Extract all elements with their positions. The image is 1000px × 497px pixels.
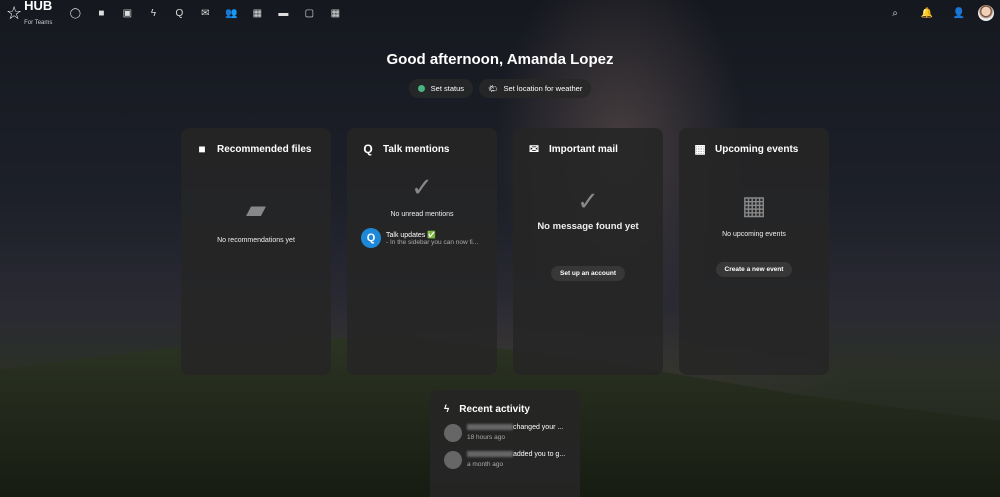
top-bar: ☆ HUB For Teams ◯ ■ ▣ ϟ Q ✉ 👥 ▦ ▬ ▢ ▦ ⌕ 🔔 … [0, 0, 1000, 26]
talk-icon[interactable]: Q [166, 0, 192, 26]
logo[interactable]: ☆ HUB For Teams [6, 0, 52, 28]
weather-icon: 🌤 [488, 84, 498, 93]
set-up-account-button[interactable]: Set up an account [551, 266, 625, 281]
checkmark-icon: ✓ [411, 172, 433, 202]
mail-icon[interactable]: ✉ [192, 0, 218, 26]
avatar [444, 424, 462, 442]
avatar [444, 451, 462, 469]
talk-icon: Q [363, 142, 373, 156]
folder-empty-icon: ▰ [246, 194, 266, 224]
deck-icon[interactable]: ▬ [270, 0, 296, 26]
search-icon[interactable]: ⌕ [882, 0, 908, 26]
calendar-alt-icon[interactable]: ▦ [322, 0, 348, 26]
activity-item[interactable]: added you to g... a month ago [444, 451, 566, 469]
calendar-empty-icon: ▦ [741, 190, 767, 220]
talk-mentions-card: Q Talk mentions ✓ No unread mentions Q Ta… [347, 128, 497, 375]
calendar-icon[interactable]: ▦ [244, 0, 270, 26]
photos-icon[interactable]: ▣ [114, 0, 140, 26]
activity-icon: ϟ [444, 404, 450, 415]
contacts-menu-icon[interactable]: 👤 [946, 0, 972, 26]
folder-icon: ■ [198, 142, 206, 156]
activity-icon[interactable]: ϟ [140, 0, 166, 26]
important-mail-card: ✉ Important mail ✓ No message found yet S… [513, 128, 663, 375]
create-event-button[interactable]: Create a new event [715, 262, 793, 277]
set-weather-button[interactable]: 🌤 Set location for weather [479, 79, 592, 98]
dashboard-icon[interactable]: ◯ [62, 0, 88, 26]
star-logo-icon: ☆ [6, 2, 23, 23]
contacts-icon[interactable]: 👥 [218, 0, 244, 26]
avatar[interactable] [978, 5, 994, 21]
talk-item[interactable]: Q Talk updates ✅ - In the sidebar you can… [361, 228, 483, 248]
greeting: Good afternoon, Amanda Lopez [386, 51, 614, 68]
upcoming-events-card: ▦ Upcoming events ▦ No upcoming events Cr… [679, 128, 829, 375]
calendar-icon: ▦ [694, 142, 706, 156]
set-status-button[interactable]: Set status [408, 79, 474, 98]
notifications-icon[interactable]: 🔔 [914, 0, 940, 26]
recommended-files-card: ■ Recommended files ▰ No recommendations … [181, 128, 331, 375]
tasks-icon[interactable]: ▢ [296, 0, 322, 26]
mail-icon: ✉ [528, 142, 540, 156]
checkmark-icon: ✓ [577, 186, 599, 216]
recent-activity-card: ϟ Recent activity changed your ... 18 hour… [430, 390, 580, 497]
files-icon[interactable]: ■ [88, 0, 114, 26]
talk-avatar-icon: Q [361, 228, 381, 248]
status-dot-icon [417, 85, 425, 92]
activity-item[interactable]: changed your ... 18 hours ago [444, 424, 566, 442]
